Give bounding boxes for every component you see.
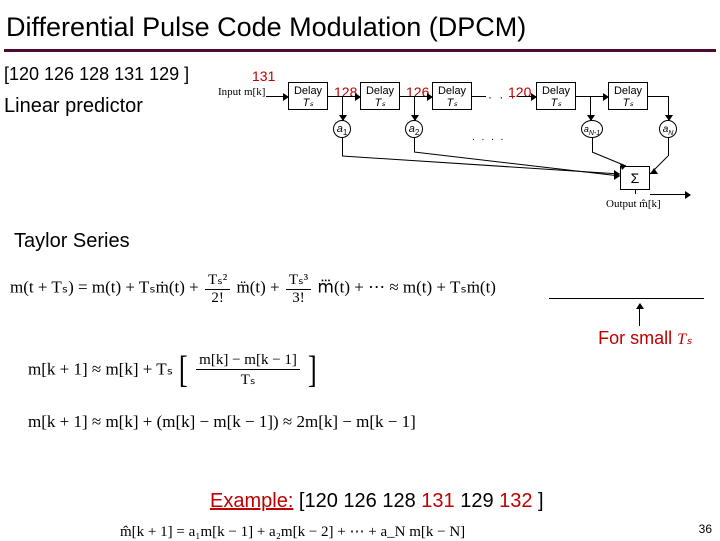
example-seq-pre: [120 126 128 <box>293 490 421 512</box>
delay-box-n: Delay Tₛ <box>608 82 648 110</box>
for-small-text: For small <box>598 328 677 348</box>
predictor-diagram: Input m[k] Delay Tₛ Delay Tₛ Delay Tₛ · … <box>222 74 712 204</box>
val-128: 128 <box>334 84 357 100</box>
coef-aNm1: aN-1 <box>581 120 603 138</box>
eq1-f2d: 2! <box>205 290 230 307</box>
example-seq-red1: 131 <box>421 490 454 512</box>
val-131: 131 <box>252 68 275 84</box>
example-seq-red2: 132 <box>499 490 532 512</box>
example-seq-post: 129 <box>455 490 499 512</box>
title-underline <box>4 49 716 52</box>
ts-text: Tₛ <box>375 97 386 109</box>
eq2-fn: m[k] − m[k − 1] <box>196 352 300 370</box>
val-126: 126 <box>406 84 429 100</box>
delay-box-3: Delay Tₛ <box>432 82 472 110</box>
input-label: Input m[k] <box>218 86 265 98</box>
taylor-equation: m(t + Tₛ) = m(t) + Tₛṁ(t) + Tₛ²2! m̈(t) … <box>10 270 496 307</box>
ts-text: Tₛ <box>447 97 458 109</box>
eq1-mid2: m⃛(t) + ⋯ ≈ m(t) + Tₛṁ(t) <box>317 277 496 296</box>
coef-a2: a2 <box>405 120 423 138</box>
sequence-text: [120 126 128 131 129 ] <box>4 64 189 85</box>
discrete-approx-equation: m[k + 1] ≈ m[k] + Tₛ [ m[k] − m[k − 1]Tₛ… <box>28 352 319 389</box>
simplified-equation: m[k + 1] ≈ m[k] + (m[k] − m[k − 1]) ≈ 2m… <box>28 412 416 432</box>
delay-text: Delay <box>438 85 466 97</box>
page-number: 36 <box>699 522 712 536</box>
for-small-ts: Tₛ <box>677 331 692 348</box>
example-line: Example: [120 126 128 131 129 132 ] <box>210 490 544 513</box>
output-label: Output m̂[k] <box>606 198 661 210</box>
approx-underline <box>549 298 704 299</box>
eq1-f3d: 3! <box>286 290 311 307</box>
delay-box-n1: Delay Tₛ <box>536 82 576 110</box>
eq1-left: m(t + Tₛ) = m(t) + Tₛṁ(t) + <box>10 277 203 296</box>
predictor-equation: m̂[k + 1] = a₁m[k − 1] + a₂m[k − 2] + ⋯ … <box>120 522 465 541</box>
coef-aN: aN <box>659 120 677 138</box>
delay-box-2: Delay Tₛ <box>360 82 400 110</box>
uparrow-icon <box>639 304 640 326</box>
delay-text: Delay <box>294 85 322 97</box>
example-label: Example: <box>210 490 293 512</box>
ts-text: Tₛ <box>551 97 562 109</box>
eq1-f3n: Tₛ³ <box>286 270 311 290</box>
taylor-series-label: Taylor Series <box>14 230 130 253</box>
coef-a1: a1 <box>333 120 351 138</box>
eq2-left: m[k + 1] ≈ m[k] + Tₛ <box>28 359 173 378</box>
delay-text: Delay <box>542 85 570 97</box>
for-small-label: For small Tₛ <box>598 328 692 349</box>
ts-text: Tₛ <box>623 97 634 109</box>
dots2-icon: . . . . <box>472 132 505 143</box>
eq1-f2n: Tₛ² <box>205 270 230 290</box>
example-seq-end: ] <box>533 490 544 512</box>
delay-text: Delay <box>614 85 642 97</box>
eq2-fd: Tₛ <box>196 370 300 389</box>
val-120: 120 <box>508 84 531 100</box>
slide-title: Differential Pulse Code Modulation (DPCM… <box>0 0 720 49</box>
sum-box: Σ <box>620 166 650 190</box>
delay-box-1: Delay Tₛ <box>288 82 328 110</box>
delay-text: Delay <box>366 85 394 97</box>
ts-text: Tₛ <box>303 97 314 109</box>
eq1-mid1: m̈(t) + <box>237 277 284 296</box>
